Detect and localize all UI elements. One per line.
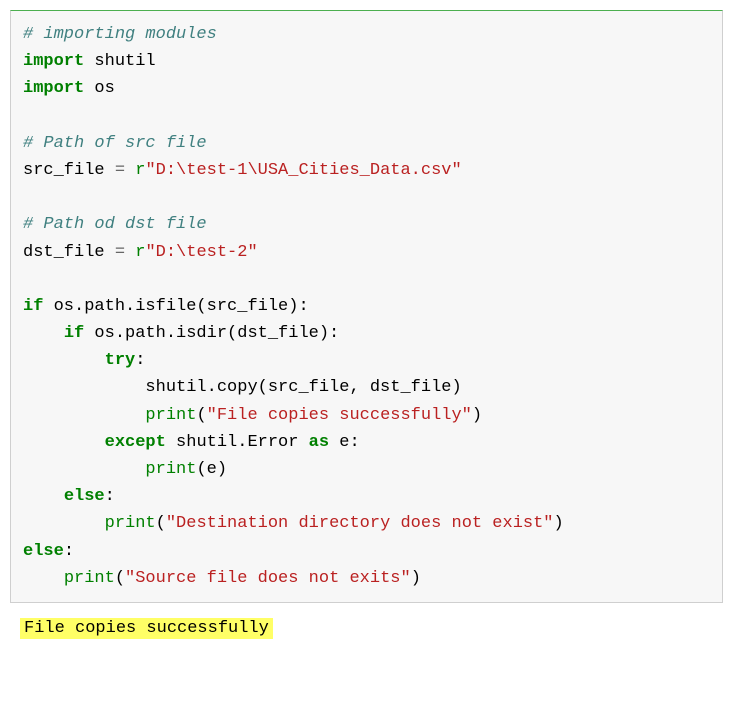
code-call: shutil.copy(src_file, dst_file) (145, 378, 461, 397)
code-string: "D:\test-2" (145, 243, 257, 262)
code-keyword: if (64, 324, 84, 343)
python-code-block: # importing modules import shutil import… (10, 10, 723, 603)
code-builtin: print (145, 460, 196, 479)
code-call: os.path.isdir(dst_file): (84, 324, 339, 343)
code-punct: ) (554, 514, 564, 533)
code-keyword: else (64, 487, 105, 506)
code-keyword: if (23, 297, 43, 316)
code-builtin: print (105, 514, 156, 533)
code-comment: # Path of src file (23, 134, 207, 153)
code-punct: : (135, 351, 145, 370)
code-punct: ( (156, 514, 166, 533)
code-keyword: except (105, 433, 166, 452)
code-keyword: try (105, 351, 136, 370)
code-module: os (84, 79, 115, 98)
code-call: os.path.isfile(src_file): (43, 297, 308, 316)
code-punct: ) (472, 406, 482, 425)
code-keyword: import (23, 52, 84, 71)
code-punct: ( (196, 406, 206, 425)
code-exception: shutil.Error (166, 433, 309, 452)
code-var: dst_file (23, 243, 115, 262)
code-keyword: import (23, 79, 84, 98)
code-string: "Source file does not exits" (125, 569, 411, 588)
code-operator: = (115, 161, 125, 180)
code-punct: ( (115, 569, 125, 588)
code-punct: : (64, 542, 74, 561)
code-keyword: as (309, 433, 329, 452)
code-builtin: print (64, 569, 115, 588)
code-keyword: else (23, 542, 64, 561)
code-punct: : (105, 487, 115, 506)
output-line-highlight: File copies successfully (20, 618, 273, 639)
code-punct: ) (411, 569, 421, 588)
code-string-prefix: r (125, 161, 145, 180)
code-var: src_file (23, 161, 115, 180)
code-string: "Destination directory does not exist" (166, 514, 554, 533)
code-builtin: print (145, 406, 196, 425)
code-operator: = (115, 243, 125, 262)
code-comment: # Path od dst file (23, 215, 207, 234)
output-block: File copies successfully (10, 609, 723, 648)
code-call: (e) (196, 460, 227, 479)
code-string-prefix: r (125, 243, 145, 262)
code-string: "File copies successfully" (207, 406, 472, 425)
code-string: "D:\test-1\USA_Cities_Data.csv" (145, 161, 461, 180)
code-var: e: (329, 433, 360, 452)
code-comment: # importing modules (23, 25, 217, 44)
code-module: shutil (84, 52, 155, 71)
